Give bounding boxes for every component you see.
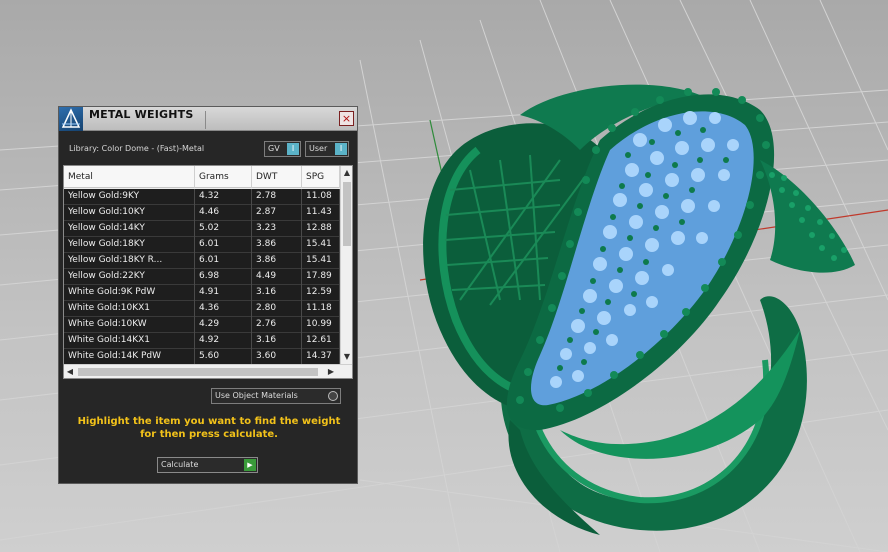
dwt-cell: 3.23 — [252, 221, 302, 237]
toggle-switch-icon: I — [335, 143, 347, 155]
grams-cell: 5.02 — [195, 221, 252, 237]
gv-toggle-label: GV — [268, 144, 280, 153]
table-row[interactable]: White Gold:10KW 4.29 2.76 10.99 — [64, 317, 340, 333]
grams-cell: 4.91 — [195, 285, 252, 301]
table-row[interactable]: White Gold:10KX1 4.36 2.80 11.18 — [64, 301, 340, 317]
panel-titlebar[interactable]: METAL WEIGHTS × — [59, 107, 357, 131]
grams-cell: 6.01 — [195, 253, 252, 269]
spg-cell: 15.41 — [302, 253, 340, 269]
instruction-text: Highlight the item you want to find the … — [77, 416, 341, 440]
metal-cell: Yellow Gold:18KY — [64, 237, 195, 253]
table-row[interactable]: Yellow Gold:9KY 4.32 2.78 11.08 — [64, 189, 340, 205]
dwt-cell: 2.78 — [252, 189, 302, 205]
dwt-cell: 3.16 — [252, 333, 302, 349]
metal-cell: Yellow Gold:9KY — [64, 189, 195, 205]
spg-cell: 14.37 — [302, 349, 340, 365]
vertical-scroll-thumb[interactable] — [343, 182, 351, 246]
vertical-scrollbar[interactable]: ▲ ▼ — [340, 166, 352, 364]
user-toggle-label: User — [309, 144, 328, 153]
metal-cell: Yellow Gold:10KY — [64, 205, 195, 221]
gv-toggle[interactable]: GV I — [264, 141, 301, 157]
table-row[interactable]: White Gold:14K PdW 5.60 3.60 14.37 — [64, 349, 340, 365]
table-row[interactable]: Yellow Gold:14KY 5.02 3.23 12.88 — [64, 221, 340, 237]
ring-model[interactable] — [423, 84, 855, 535]
metal-cell: Yellow Gold:18KY R... — [64, 253, 195, 269]
metal-cell: White Gold:10KX1 — [64, 301, 195, 317]
scroll-down-icon[interactable]: ▼ — [342, 352, 352, 362]
column-header-metal[interactable]: Metal — [64, 166, 195, 188]
use-object-materials-option[interactable]: Use Object Materials — [211, 388, 341, 404]
metal-weights-panel: METAL WEIGHTS × Library: Color Dome - (F… — [58, 106, 358, 484]
panel-title: METAL WEIGHTS — [89, 108, 194, 121]
column-header-grams[interactable]: Grams — [195, 166, 252, 188]
column-header-dwt[interactable]: DWT — [252, 166, 302, 188]
dwt-cell: 3.60 — [252, 349, 302, 365]
horizontal-scroll-thumb[interactable] — [78, 368, 318, 376]
play-icon: ▶ — [244, 459, 256, 471]
dwt-cell: 2.80 — [252, 301, 302, 317]
table-body: Yellow Gold:9KY 4.32 2.78 11.08 Yellow Gold… — [64, 189, 340, 365]
grams-cell: 4.32 — [195, 189, 252, 205]
calculate-label: Calculate — [161, 460, 199, 469]
grams-cell: 4.46 — [195, 205, 252, 221]
table-row[interactable]: Yellow Gold:22KY 6.98 4.49 17.89 — [64, 269, 340, 285]
use-object-materials-label: Use Object Materials — [215, 391, 298, 400]
scroll-right-icon[interactable]: ▶ — [326, 366, 336, 378]
horizontal-scrollbar[interactable]: ◀ ▶ — [64, 364, 352, 378]
grams-cell: 6.01 — [195, 237, 252, 253]
spg-cell: 11.18 — [302, 301, 340, 317]
grams-cell: 4.92 — [195, 333, 252, 349]
grams-cell: 4.36 — [195, 301, 252, 317]
close-button[interactable]: × — [339, 111, 354, 126]
spg-cell: 11.43 — [302, 205, 340, 221]
spg-cell: 10.99 — [302, 317, 340, 333]
dwt-cell: 4.49 — [252, 269, 302, 285]
scroll-left-icon[interactable]: ◀ — [65, 366, 75, 378]
metal-cell: White Gold:10KW — [64, 317, 195, 333]
metal-cell: White Gold:9K PdW — [64, 285, 195, 301]
table-row[interactable]: Yellow Gold:18KY R... 6.01 3.86 15.41 — [64, 253, 340, 269]
spg-cell: 12.88 — [302, 221, 340, 237]
metal-cell: Yellow Gold:22KY — [64, 269, 195, 285]
spg-cell: 12.59 — [302, 285, 340, 301]
toggle-switch-icon: I — [287, 143, 299, 155]
metal-cell: White Gold:14KX1 — [64, 333, 195, 349]
grams-cell: 6.98 — [195, 269, 252, 285]
dwt-cell: 3.86 — [252, 237, 302, 253]
metal-cell: White Gold:14K PdW — [64, 349, 195, 365]
table-row[interactable]: Yellow Gold:18KY 6.01 3.86 15.41 — [64, 237, 340, 253]
spg-cell: 17.89 — [302, 269, 340, 285]
grams-cell: 5.60 — [195, 349, 252, 365]
dwt-cell: 2.76 — [252, 317, 302, 333]
metal-cell: Yellow Gold:14KY — [64, 221, 195, 237]
table-header: Metal Grams DWT SPG — [64, 166, 352, 188]
spg-cell: 11.08 — [302, 189, 340, 205]
library-label: Library: Color Dome - (Fast)-Metal — [69, 144, 205, 153]
titlebar-divider — [205, 111, 206, 129]
radio-button-icon[interactable] — [328, 391, 338, 401]
column-header-spg[interactable]: SPG — [302, 166, 340, 188]
calculate-button[interactable]: Calculate ▶ — [157, 457, 258, 473]
grams-cell: 4.29 — [195, 317, 252, 333]
table-row[interactable]: White Gold:9K PdW 4.91 3.16 12.59 — [64, 285, 340, 301]
table-row[interactable]: Yellow Gold:10KY 4.46 2.87 11.43 — [64, 205, 340, 221]
scroll-up-icon[interactable]: ▲ — [342, 168, 352, 178]
dwt-cell: 3.86 — [252, 253, 302, 269]
spg-cell: 15.41 — [302, 237, 340, 253]
dwt-cell: 3.16 — [252, 285, 302, 301]
spg-cell: 12.61 — [302, 333, 340, 349]
app-logo-icon — [59, 107, 83, 131]
table-row[interactable]: White Gold:14KX1 4.92 3.16 12.61 — [64, 333, 340, 349]
metal-weights-table[interactable]: Metal Grams DWT SPG Yellow Gold:9KY 4.32 2… — [63, 165, 353, 379]
dwt-cell: 2.87 — [252, 205, 302, 221]
user-toggle[interactable]: User I — [305, 141, 349, 157]
